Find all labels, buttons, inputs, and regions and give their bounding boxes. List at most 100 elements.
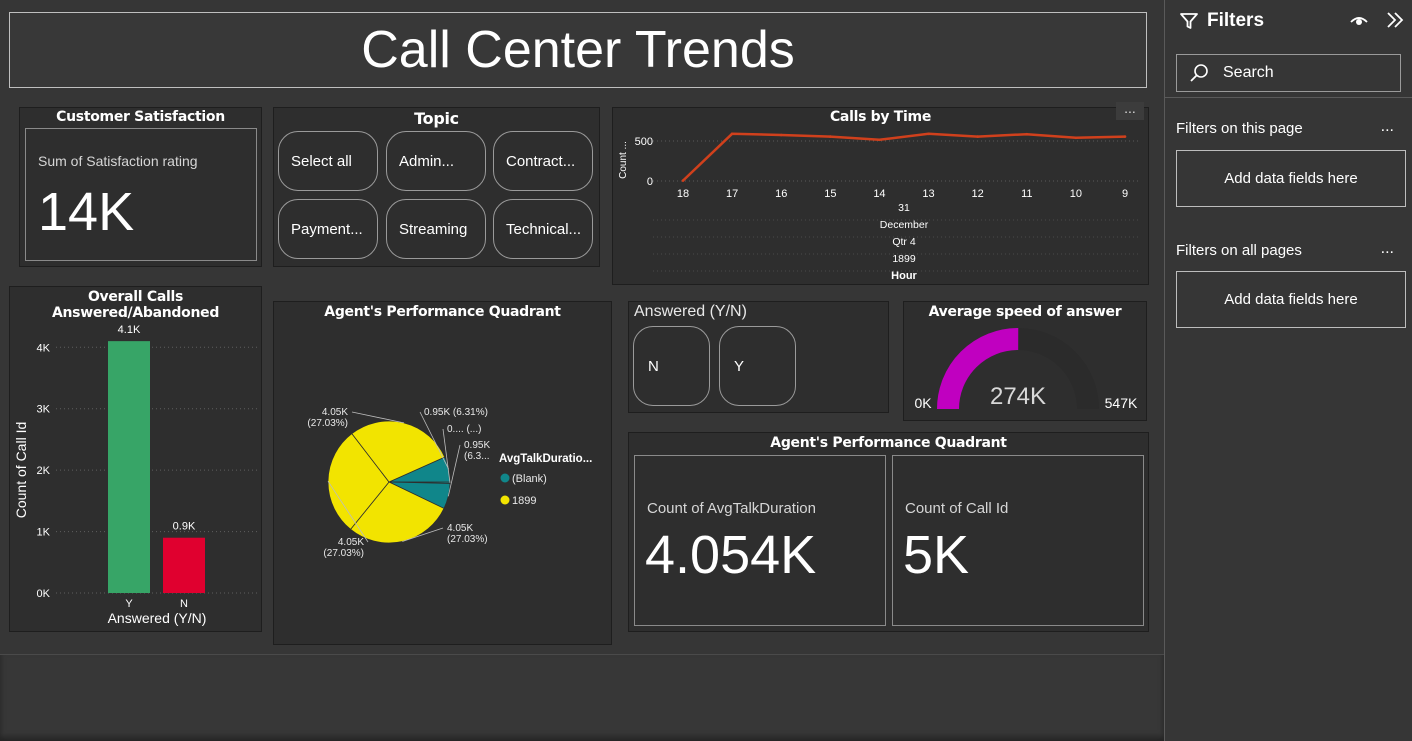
filters-title: Filters bbox=[1207, 10, 1265, 31]
slice-label: 0.... (...) bbox=[447, 424, 481, 435]
filters-all-label: Filters on all pages bbox=[1176, 242, 1302, 259]
x-tick-label: 14 bbox=[873, 188, 885, 200]
data-point bbox=[681, 179, 685, 182]
customer-satisfaction-card[interactable]: Customer Satisfaction Sum of Satisfactio… bbox=[19, 107, 262, 267]
topic-option-streaming[interactable]: Streaming bbox=[386, 199, 486, 259]
slice-label: (27.03%) bbox=[447, 534, 488, 545]
gauge-min-label: 0K bbox=[914, 395, 932, 411]
x-tick-label: N bbox=[180, 598, 188, 610]
y-axis-label: Count of Call Id bbox=[13, 422, 29, 519]
data-point bbox=[1074, 136, 1078, 140]
x-axis-label: Answered (Y/N) bbox=[108, 610, 207, 626]
filters-header: Filters bbox=[1179, 10, 1264, 32]
bar-n bbox=[163, 537, 205, 593]
y-tick-label: 0 bbox=[647, 176, 653, 188]
slice-label: (27.03%) bbox=[323, 548, 364, 559]
x-hierarchy-label: 31 bbox=[898, 202, 910, 214]
gauge-value: 274K bbox=[990, 383, 1046, 410]
avg-speed-gauge: 274K 0K 547K bbox=[914, 327, 1138, 411]
x-tick-label: Y bbox=[125, 598, 133, 610]
topic-slicer-card[interactable]: Topic Select all Admin... Contract... Pa… bbox=[273, 107, 600, 267]
legend-marker bbox=[500, 495, 510, 505]
slice-label: 0.95K bbox=[464, 440, 490, 451]
search-icon bbox=[1190, 64, 1208, 82]
data-label: 4.1K bbox=[118, 324, 141, 336]
answered-option-n[interactable]: N bbox=[633, 326, 710, 406]
overall-calls-chart: 0K 1K 2K 3K 4K 4.1K Y 0.9K NAnswered (Y/N) Count … bbox=[13, 324, 258, 626]
y-tick-label: 2K bbox=[37, 465, 51, 477]
y-axis-label: Count ... bbox=[618, 141, 629, 179]
calls-by-time-card[interactable]: Calls by Time ... 0 500 Count ... 18 17 16 15 1… bbox=[612, 101, 1149, 285]
x-tick-label: 18 bbox=[677, 188, 689, 200]
x-hierarchy-label: 1899 bbox=[892, 253, 916, 265]
kpi-value: 5K bbox=[903, 525, 970, 585]
card-title: Agent's Performance Quadrant bbox=[770, 435, 1007, 451]
kpi-value: 4.054K bbox=[645, 525, 817, 585]
topic-option-payment[interactable]: Payment... bbox=[278, 199, 378, 259]
leader-line bbox=[351, 411, 405, 424]
slice-label: 0.95K (6.31%) bbox=[424, 407, 488, 418]
x-tick-label: 15 bbox=[824, 188, 836, 200]
slicer-title: Answered (Y/N) bbox=[634, 303, 747, 320]
overall-calls-card[interactable]: Overall Calls Answered/Abandoned 0K 1K 2K 3… bbox=[9, 286, 262, 632]
filters-pane: Filters Search Filters on this page ... … bbox=[1164, 0, 1412, 741]
filters-all-drop-zone[interactable]: Add data fields here bbox=[1176, 271, 1406, 328]
agent-kpi-card[interactable]: Agent's Performance Quadrant Count of Av… bbox=[628, 432, 1149, 632]
answered-option-y[interactable]: Y bbox=[719, 326, 796, 406]
filters-all-more-button[interactable]: ... bbox=[1381, 240, 1394, 258]
collapse-pane-icon[interactable] bbox=[1385, 11, 1405, 29]
slice-label: (27.03%) bbox=[307, 418, 348, 429]
x-tick-label: 11 bbox=[1021, 188, 1032, 200]
divider bbox=[1165, 97, 1412, 98]
y-tick-label: 1K bbox=[37, 527, 51, 539]
legend-item-label: (Blank) bbox=[512, 473, 547, 485]
y-tick-label: 4K bbox=[37, 342, 51, 354]
slice-label: 4.05K bbox=[338, 537, 364, 548]
filters-page-drop-zone[interactable]: Add data fields here bbox=[1176, 150, 1406, 207]
x-tick-label: 10 bbox=[1070, 188, 1082, 200]
agent-pie-card[interactable]: Agent's Performance Quadrant 0.95K (6.31… bbox=[273, 301, 612, 645]
kpi-label: Sum of Satisfaction rating bbox=[38, 153, 198, 169]
slice-label: 4.05K bbox=[322, 407, 348, 418]
kpi-call-id-count: Count of Call Id 5K bbox=[892, 455, 1144, 626]
topic-option-contract[interactable]: Contract... bbox=[493, 131, 593, 191]
satisfaction-kpi: Sum of Satisfaction rating 14K bbox=[25, 128, 257, 261]
eye-icon[interactable] bbox=[1349, 13, 1369, 29]
data-point bbox=[878, 138, 881, 142]
data-point bbox=[976, 135, 979, 138]
y-tick-label: 0K bbox=[37, 588, 51, 600]
kpi-label: Count of AvgTalkDuration bbox=[647, 500, 816, 517]
data-label: 0.9K bbox=[173, 521, 196, 533]
topic-option-select-all[interactable]: Select all bbox=[278, 131, 378, 191]
gauge-max-label: 547K bbox=[1105, 395, 1138, 411]
report-title: Call Center Trends bbox=[361, 21, 795, 79]
slice-label: 4.05K bbox=[447, 523, 473, 534]
data-point bbox=[1123, 135, 1127, 138]
x-tick-label: 17 bbox=[726, 188, 738, 200]
x-tick-label: 13 bbox=[922, 188, 934, 200]
filter-icon bbox=[1180, 13, 1198, 29]
filters-page-more-button[interactable]: ... bbox=[1381, 118, 1394, 136]
filters-search-input[interactable]: Search bbox=[1176, 54, 1401, 92]
x-axis-label: Hour bbox=[891, 270, 917, 282]
answered-slicer-card[interactable]: Answered (Y/N) N Y bbox=[628, 301, 889, 413]
kpi-value: 14K bbox=[38, 182, 135, 242]
data-point bbox=[927, 132, 930, 136]
bar-y bbox=[108, 341, 150, 593]
y-tick-label: 500 bbox=[635, 136, 653, 148]
calls-by-time-chart: 0 500 Count ... 18 17 16 15 14 13 12 11 10 9 31 Decemb… bbox=[618, 132, 1138, 282]
data-point bbox=[730, 132, 734, 136]
agent-pie-chart: 0.95K (6.31%) 0.... (...) 0.95K(6.3... 4.05… bbox=[307, 407, 592, 559]
data-point bbox=[779, 133, 783, 137]
x-tick-label: 12 bbox=[972, 188, 984, 200]
avg-speed-card[interactable]: Average speed of answer 274K 0K 547K bbox=[903, 301, 1147, 421]
slice-label: (6.3... bbox=[464, 451, 490, 462]
kpi-avg-talk-duration: Count of AvgTalkDuration 4.054K bbox=[634, 455, 886, 626]
legend-marker bbox=[500, 473, 510, 483]
search-placeholder: Search bbox=[1223, 64, 1274, 81]
filters-page-label: Filters on this page bbox=[1176, 120, 1303, 137]
topic-option-admin[interactable]: Admin... bbox=[386, 131, 486, 191]
kpi-label: Count of Call Id bbox=[905, 500, 1009, 517]
topic-option-technical[interactable]: Technical... bbox=[493, 199, 593, 259]
report-title-box: Call Center Trends bbox=[9, 12, 1147, 88]
